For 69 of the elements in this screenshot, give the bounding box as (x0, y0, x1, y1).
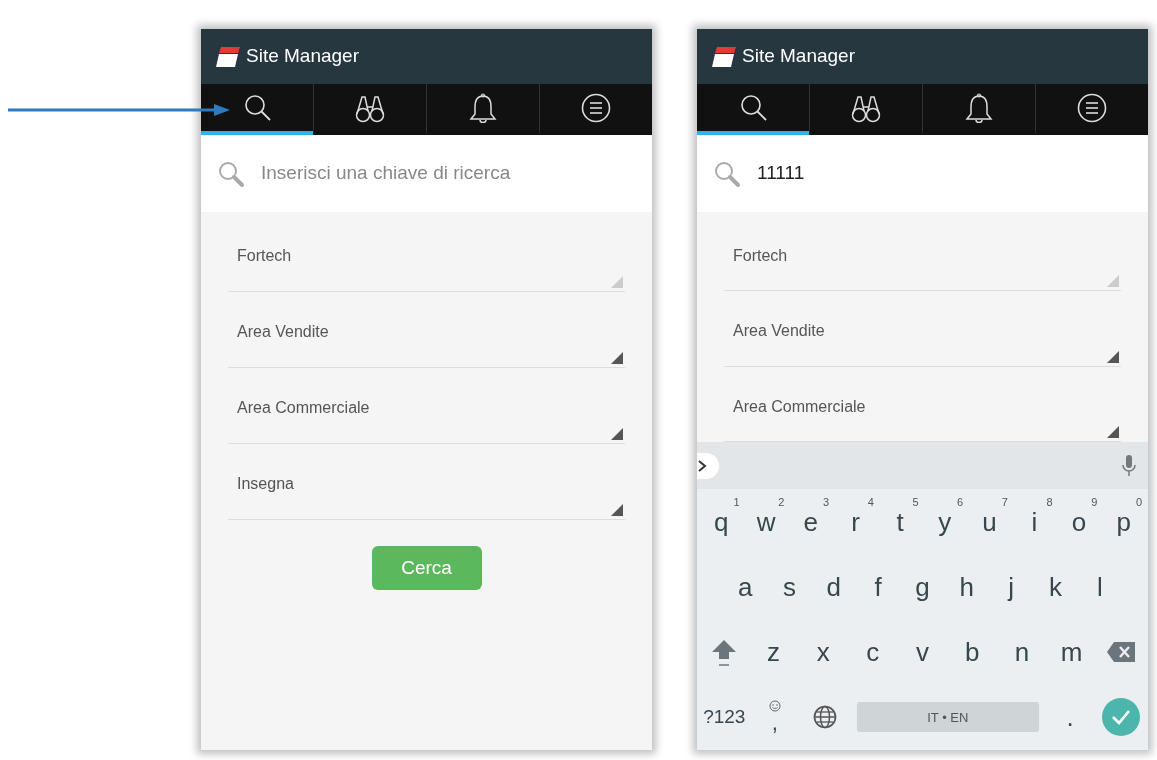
key[interactable]: b (947, 619, 998, 685)
key-hint: 7 (1001, 497, 1008, 508)
key[interactable]: u 7 (967, 489, 1012, 555)
bell-icon (468, 92, 498, 123)
microphone-icon[interactable] (1122, 454, 1136, 477)
app-title: Site Manager (742, 44, 855, 69)
key[interactable]: x (798, 619, 848, 685)
key[interactable]: c (848, 619, 898, 685)
chevron-right-icon (697, 459, 707, 472)
menu-icon (1077, 92, 1107, 123)
search-input[interactable]: Inserisci una chiave di ricerca (261, 159, 636, 188)
key[interactable]: y 6 (922, 489, 968, 555)
app-logo-icon (216, 46, 240, 67)
dropdown-field[interactable]: Area Commerciale (724, 396, 1121, 442)
key-hint: 4 (867, 497, 874, 508)
key-hint: 0 (1135, 497, 1143, 508)
key[interactable]: r 4 (833, 489, 878, 555)
key[interactable]: p 0 (1101, 489, 1147, 555)
key[interactable]: l (1077, 554, 1122, 620)
key[interactable]: e 3 (788, 489, 834, 555)
key[interactable]: f (856, 554, 901, 620)
comma-key[interactable]: , (749, 684, 801, 750)
key[interactable]: n (997, 619, 1047, 685)
key-hint: 6 (957, 497, 964, 508)
search-input[interactable]: 11111 (757, 159, 1132, 188)
key-hint: 8 (1046, 497, 1053, 508)
dropdown-field[interactable]: Insegna (228, 474, 625, 520)
dropdown-field[interactable]: Area Vendite (724, 321, 1121, 367)
key[interactable]: g (900, 554, 945, 620)
key[interactable]: s (767, 554, 812, 620)
key[interactable]: i 8 (1011, 489, 1057, 555)
backspace-icon (1107, 642, 1136, 663)
key-hint: 1 (733, 497, 740, 508)
key[interactable]: w 2 (743, 489, 789, 555)
key[interactable]: z (748, 619, 799, 685)
dropdown-field[interactable]: Area Commerciale (228, 398, 625, 444)
bell-icon (964, 92, 994, 123)
key-hint: 2 (778, 497, 785, 508)
key[interactable]: d (811, 554, 856, 620)
search-icon (713, 159, 741, 188)
key[interactable]: . (1044, 684, 1096, 750)
menu-icon (581, 92, 611, 123)
key-hint: 5 (912, 497, 919, 508)
key[interactable]: a (723, 554, 768, 620)
search-icon (242, 92, 272, 123)
key[interactable]: q 1 (699, 489, 744, 555)
search-field[interactable]: 11111 (697, 135, 1148, 212)
key-hint: 3 (823, 497, 830, 508)
checkmark-icon (1110, 709, 1131, 726)
key[interactable]: m (1046, 619, 1097, 685)
key[interactable]: h (944, 554, 989, 620)
smiley-icon (768, 700, 781, 713)
key[interactable]: k (1033, 554, 1078, 620)
app-logo-icon (712, 46, 736, 67)
shift-arrow-icon (710, 638, 737, 667)
key-hint: 9 (1091, 497, 1098, 508)
key[interactable]: o 9 (1056, 489, 1102, 555)
app-title: Site Manager (246, 44, 359, 69)
expand-button[interactable] (697, 452, 719, 479)
search-field[interactable]: Inserisci una chiave di ricerca (201, 135, 652, 212)
key[interactable]: v (897, 619, 948, 685)
globe-icon (813, 705, 838, 730)
space-key[interactable]: IT • EN (856, 702, 1039, 733)
search-icon (217, 159, 245, 188)
search-icon (738, 92, 768, 123)
key[interactable]: j (988, 554, 1034, 620)
dropdown-field[interactable]: Area Vendite (228, 322, 625, 368)
symbols-key[interactable]: ?123 (699, 684, 750, 750)
key[interactable]: t 5 (877, 489, 923, 555)
